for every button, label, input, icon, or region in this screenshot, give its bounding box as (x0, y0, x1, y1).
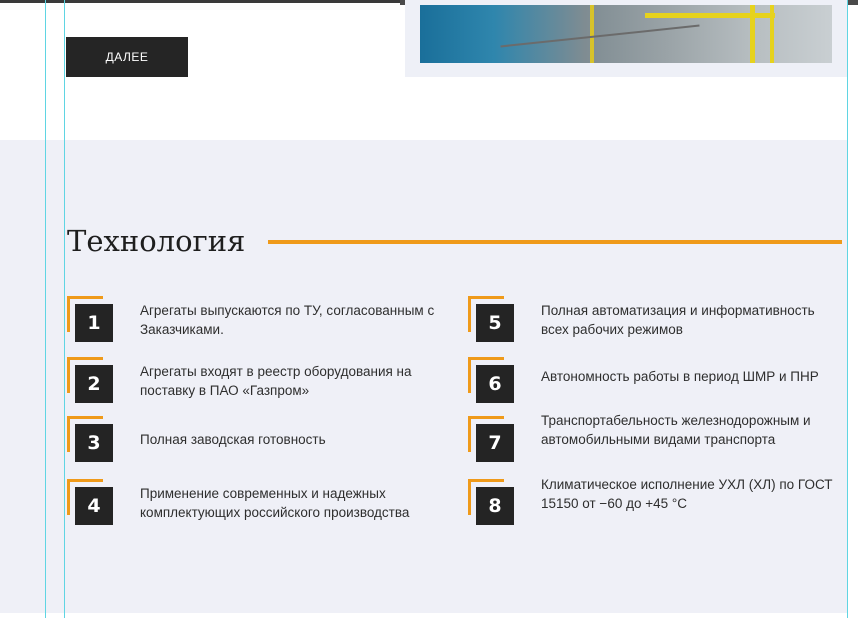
title-underline (268, 240, 842, 244)
feature-item-1: 1 Агрегаты выпускаются по ТУ, согласован… (67, 296, 447, 346)
layout-guide-line (45, 0, 46, 618)
feature-item-8: 8 Климатическое исполнение УХЛ (ХЛ) по Г… (468, 477, 848, 529)
layout-guide-line (847, 0, 848, 618)
feature-number: 2 (75, 365, 113, 403)
photo-detail (645, 13, 775, 18)
feature-text: Автономность работы в период ШМР и ПНР (541, 369, 819, 384)
feature-number: 7 (476, 424, 514, 462)
feature-item-7: 7 Транспортабельность железнодорожным и … (468, 413, 848, 466)
feature-text: Полная заводская готовность (140, 432, 326, 447)
feature-item-3: 3 Полная заводская готовность (67, 416, 447, 466)
feature-number: 8 (476, 487, 514, 525)
feature-item-5: 5 Полная автоматизация и информативность… (468, 296, 848, 346)
feature-item-6: 6 Автономность работы в период ШМР и ПНР (468, 357, 848, 407)
feature-number: 6 (476, 365, 514, 403)
industrial-equipment-photo (420, 5, 832, 63)
layout-guide-line (64, 0, 65, 618)
next-button[interactable]: ДАЛЕЕ (66, 37, 188, 77)
photo-detail (500, 24, 700, 48)
feature-item-2: 2 Агрегаты входят в реестр оборудования … (67, 357, 447, 407)
feature-text: Транспортабельность железнодорожным и ав… (541, 413, 811, 447)
feature-text: Применение современных и надежных компле… (140, 486, 410, 520)
feature-text: Полная автоматизация и информативность в… (541, 303, 815, 337)
feature-text: Агрегаты выпускаются по ТУ, согласованны… (140, 303, 435, 337)
photo-detail (590, 5, 594, 63)
feature-number: 3 (75, 424, 113, 462)
feature-text: Климатическое исполнение УХЛ (ХЛ) по ГОС… (541, 477, 833, 511)
feature-number: 5 (476, 304, 514, 342)
feature-number: 4 (75, 487, 113, 525)
feature-item-4: 4 Применение современных и надежных комп… (67, 479, 447, 529)
top-bar-left (0, 0, 400, 3)
section-title: Технология (67, 224, 246, 258)
feature-number: 1 (75, 304, 113, 342)
feature-text: Агрегаты входят в реестр оборудования на… (140, 364, 412, 398)
photo-detail (770, 5, 774, 63)
